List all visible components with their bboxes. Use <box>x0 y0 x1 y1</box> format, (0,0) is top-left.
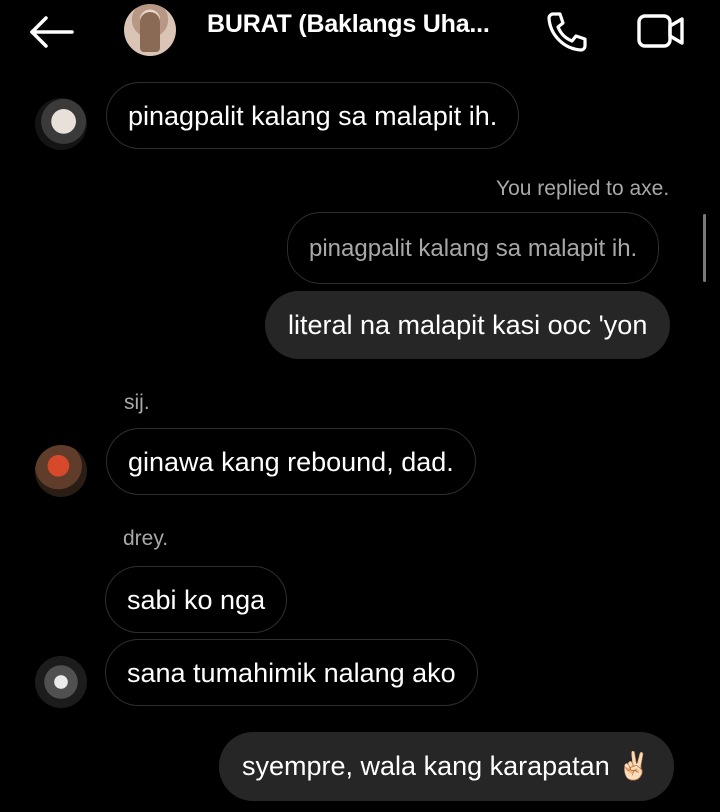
call-button[interactable] <box>544 10 590 52</box>
phone-icon <box>547 12 587 52</box>
sender-avatar-drey[interactable] <box>35 656 87 708</box>
arrow-left-icon <box>30 16 74 48</box>
scrollbar[interactable] <box>703 214 706 282</box>
message-bubble[interactable]: sabi ko nga <box>105 566 288 633</box>
sender-avatar-sij[interactable] <box>35 445 87 497</box>
back-button[interactable] <box>26 12 78 52</box>
quoted-message[interactable]: pinagpalit kalang sa malapit ih. <box>287 212 660 284</box>
outgoing-message-bubble[interactable]: syempre, wala kang karapatan ✌🏻 <box>219 732 674 801</box>
sender-name: sij. <box>124 391 150 414</box>
message-bubble[interactable]: ginawa kang rebound, dad. <box>106 428 476 495</box>
video-camera-icon <box>637 14 684 48</box>
victory-hand-emoji: ✌🏻 <box>617 751 651 781</box>
chat-header: BURAT (Baklangs Uha... <box>0 0 720 70</box>
message-text: syempre, wala kang karapatan <box>242 751 610 781</box>
video-call-button[interactable] <box>636 10 686 52</box>
reply-note: You replied to axe. <box>496 177 670 200</box>
message-bubble[interactable]: pinagpalit kalang sa malapit ih. <box>106 82 520 149</box>
group-avatar[interactable] <box>124 4 176 56</box>
sender-avatar-axe[interactable] <box>35 98 87 150</box>
chat-title[interactable]: BURAT (Baklangs Uha... <box>207 10 497 39</box>
outgoing-message-bubble[interactable]: literal na malapit kasi ooc 'yon <box>265 291 671 359</box>
sender-name: drey. <box>123 527 169 550</box>
message-bubble[interactable]: sana tumahimik nalang ako <box>105 639 478 706</box>
chat-screen: BURAT (Baklangs Uha... pinagpalit kalang… <box>0 0 720 812</box>
